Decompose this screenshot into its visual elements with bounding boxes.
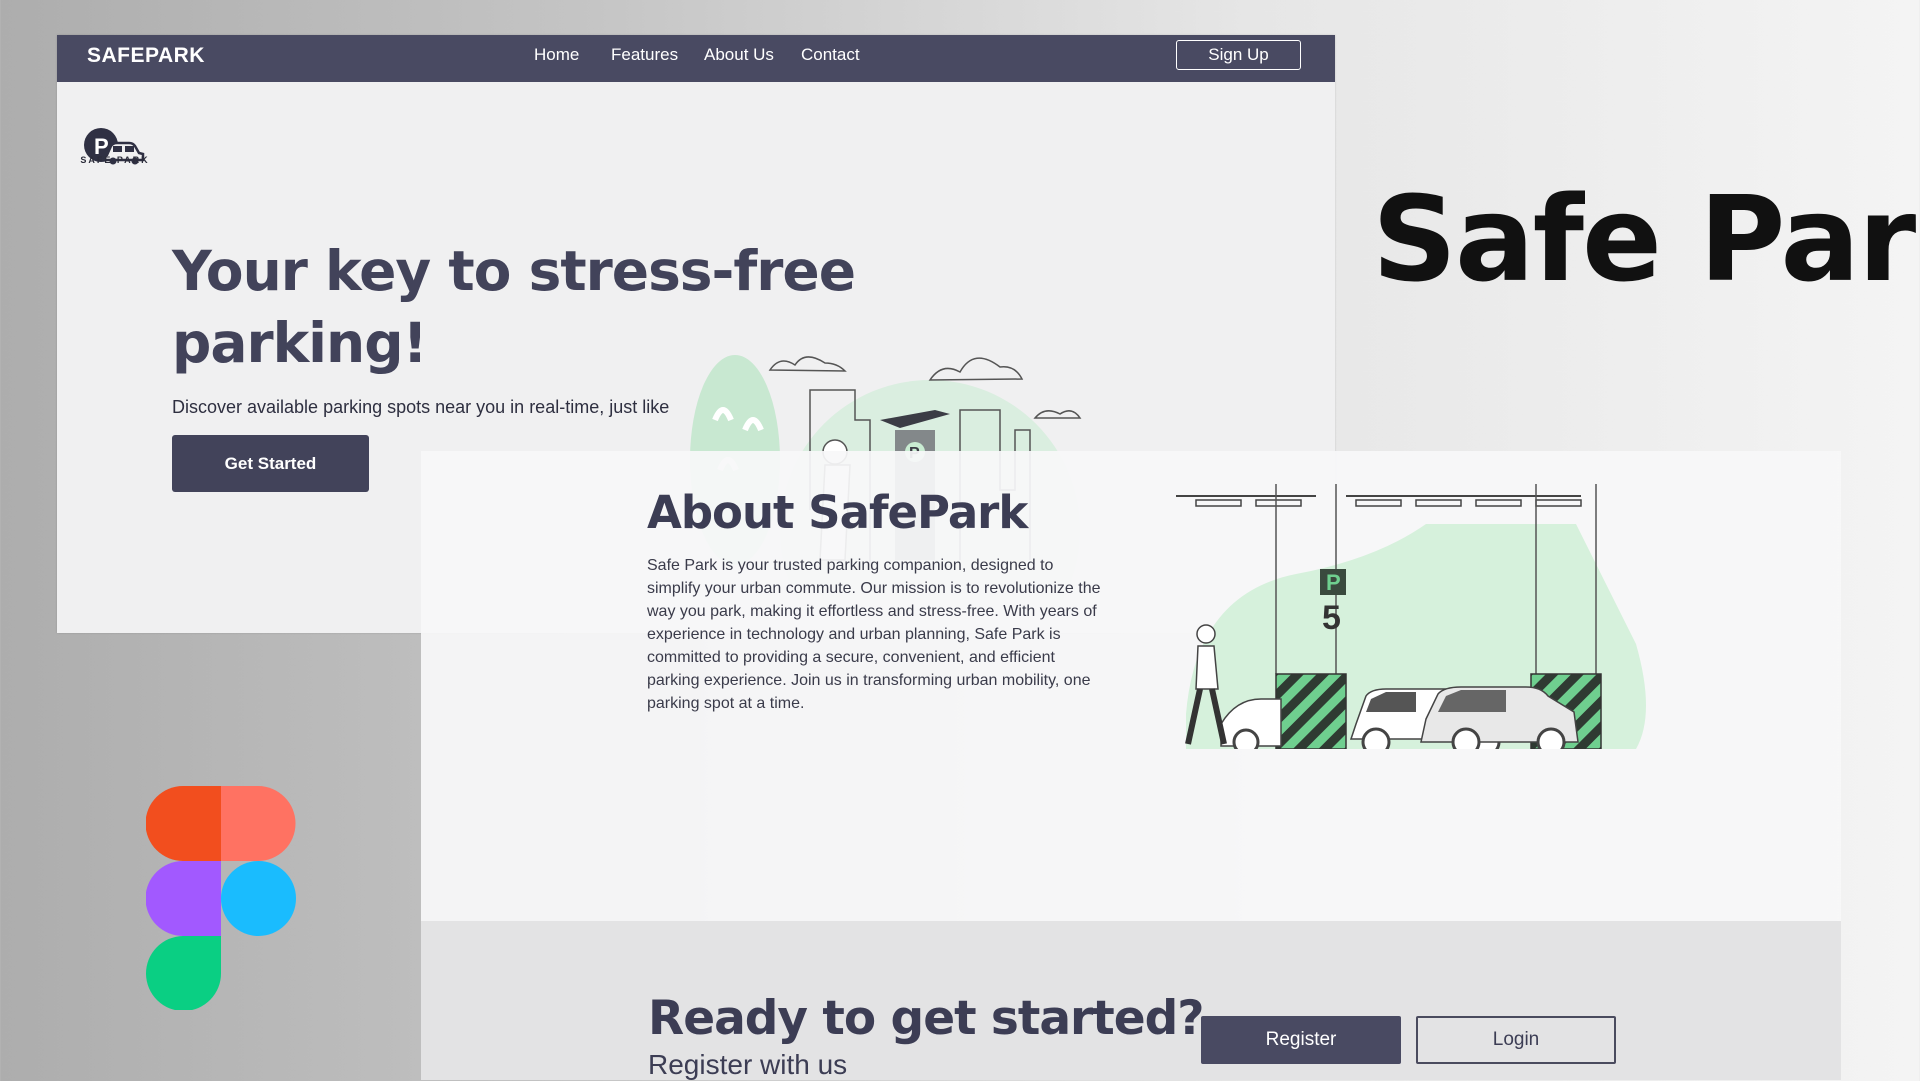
page-heading: Safe Park xyxy=(1372,170,1920,308)
nav-link-home[interactable]: Home xyxy=(534,45,579,65)
svg-text:P: P xyxy=(1326,570,1341,595)
nav-link-about-us[interactable]: About Us xyxy=(704,45,774,65)
cta-subtitle: Register with us xyxy=(648,1049,848,1080)
figma-icon xyxy=(146,786,296,1010)
navbar: SAFEPARK Home Features About Us Contact … xyxy=(57,35,1335,82)
hero-subtitle: Discover available parking spots near yo… xyxy=(172,397,670,417)
safe-park-logo-icon[interactable]: P xyxy=(71,113,161,183)
login-button[interactable]: Login xyxy=(1416,1016,1616,1064)
about-body-text: Safe Park is your trusted parking compan… xyxy=(647,557,1101,712)
svg-text:5: 5 xyxy=(1322,599,1341,637)
logo-caption: SAFE PARK xyxy=(80,155,150,165)
cta-title: Ready to get started? xyxy=(648,991,1204,1046)
get-started-button[interactable]: Get Started xyxy=(172,435,369,492)
nav-link-features[interactable]: Features xyxy=(611,45,678,65)
nav-link-contact[interactable]: Contact xyxy=(801,45,860,65)
parking-garage-illustration: P 5 xyxy=(1176,484,1646,749)
register-button[interactable]: Register xyxy=(1201,1016,1401,1064)
cta-section: Ready to get started? Register with us R… xyxy=(421,921,1841,1080)
about-section: About SafePark Safe Park is your trusted… xyxy=(421,451,1841,921)
about-title: About SafePark xyxy=(647,486,1028,539)
sign-up-button[interactable]: Sign Up xyxy=(1176,40,1301,70)
brand-logo-text[interactable]: SAFEPARK xyxy=(87,44,205,68)
